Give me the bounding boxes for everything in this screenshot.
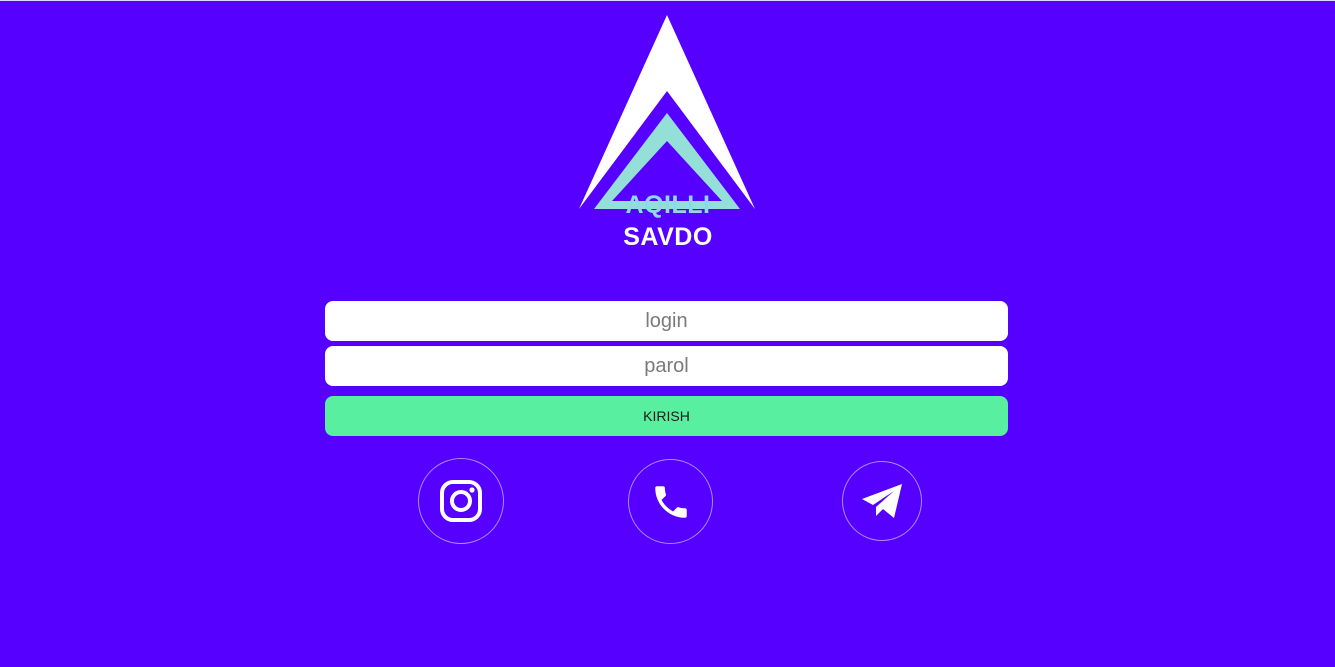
logo: AQILLI SAVDO [578, 15, 758, 255]
login-input[interactable] [325, 301, 1008, 341]
telegram-icon [862, 484, 902, 518]
brand-name-line-2: SAVDO [623, 223, 713, 251]
brand-name-line-1: AQILLI [625, 191, 711, 219]
phone-icon [654, 485, 687, 518]
password-input[interactable] [325, 346, 1008, 386]
login-button[interactable]: KIRISH [325, 396, 1008, 436]
login-page: AQILLI SAVDO KIRISH [0, 0, 1335, 667]
phone-link[interactable] [628, 459, 713, 544]
instagram-link[interactable] [418, 458, 504, 544]
telegram-link[interactable] [842, 461, 922, 541]
logo-arrow-icon [579, 15, 755, 209]
instagram-icon [440, 480, 482, 522]
